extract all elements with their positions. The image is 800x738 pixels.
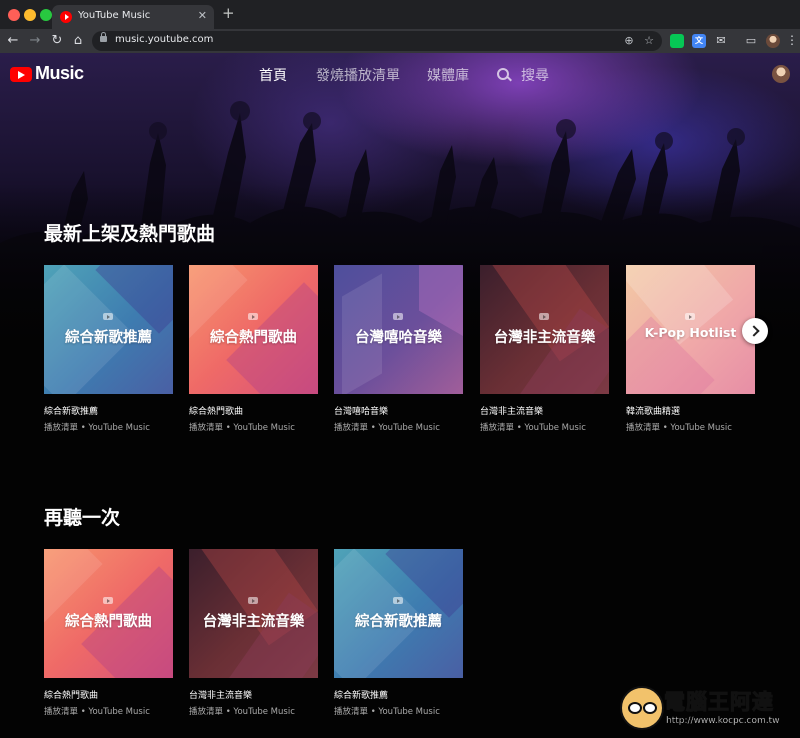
close-tab-icon[interactable]: ✕ — [198, 9, 207, 22]
card-title[interactable]: 綜合熱門歌曲 — [189, 404, 318, 417]
reload-icon[interactable]: ↻ — [49, 33, 65, 49]
playlist-play-icon — [103, 313, 113, 320]
new-tab-button[interactable]: + — [222, 6, 235, 21]
playlist-play-icon — [248, 313, 258, 320]
minimize-window-button[interactable] — [24, 9, 36, 21]
thumbnail-label: 綜合新歌推薦 — [65, 330, 152, 346]
nav-search[interactable]: 搜尋 — [521, 65, 549, 85]
playlist-play-icon — [393, 597, 403, 604]
playlist-thumbnail[interactable]: 綜合熱門歌曲 — [189, 265, 318, 394]
card-subtitle: 播放清單 • YouTube Music — [44, 707, 150, 717]
playlist-card[interactable]: 綜合新歌推薦 綜合新歌推薦 播放清單 • YouTube Music — [334, 549, 463, 717]
playlist-play-icon — [103, 597, 113, 604]
nav-hotlist[interactable]: 發燒播放清單 — [316, 65, 400, 85]
forward-icon[interactable]: → — [27, 33, 43, 49]
back-icon[interactable]: ← — [5, 33, 21, 49]
thumbnail-label: 台灣非主流音樂 — [202, 614, 305, 630]
playlist-card[interactable]: K-Pop Hotlist 韓流歌曲精選 播放清單 • YouTube Musi… — [626, 265, 755, 433]
card-title[interactable]: 韓流歌曲精選 — [626, 404, 755, 417]
playlist-thumbnail[interactable]: 綜合新歌推薦 — [44, 265, 173, 394]
address-bar[interactable]: music.youtube.com ⊕ ☆ — [92, 31, 662, 51]
card-title[interactable]: 綜合新歌推薦 — [334, 688, 463, 701]
youtube-music-favicon-icon — [60, 11, 72, 23]
site-watermark: 電腦王阿達 http://www.kocpc.com.tw — [620, 680, 796, 734]
playlist-card[interactable]: 綜合熱門歌曲 綜合熱門歌曲 播放清單 • YouTube Music — [44, 549, 173, 717]
card-subtitle: 播放清單 • YouTube Music — [334, 423, 440, 433]
card-subtitle: 播放清單 • YouTube Music — [189, 707, 295, 717]
card-subtitle: 播放清單 • YouTube Music — [626, 423, 732, 433]
line-extension-icon[interactable] — [670, 34, 684, 48]
playlist-thumbnail[interactable]: K-Pop Hotlist — [626, 265, 755, 394]
playlist-thumbnail[interactable]: 台灣嘻哈音樂 — [334, 265, 463, 394]
bookmark-star-icon[interactable]: ☆ — [642, 34, 656, 48]
playlist-card[interactable]: 綜合熱門歌曲 綜合熱門歌曲 播放清單 • YouTube Music — [189, 265, 318, 433]
account-avatar[interactable] — [772, 65, 790, 83]
thumbnail-label: K-Pop Hotlist — [644, 325, 737, 340]
playlist-card[interactable]: 台灣嘻哈音樂 台灣嘻哈音樂 播放清單 • YouTube Music — [334, 265, 463, 433]
cast-icon[interactable]: ▭ — [744, 34, 758, 48]
playlist-thumbnail[interactable]: 綜合熱門歌曲 — [44, 549, 173, 678]
browser-tab[interactable]: YouTube Music ✕ — [52, 5, 214, 29]
youtube-music-app: Music 首頁 發燒播放清單 媒體庫 搜尋 最新上架及熱門歌曲 綜合新歌推薦 … — [0, 53, 800, 738]
browser-menu-icon[interactable]: ⋮ — [786, 33, 798, 47]
card-title[interactable]: 台灣非主流音樂 — [189, 688, 318, 701]
playlist-play-icon — [685, 313, 695, 320]
nav-home[interactable]: 首頁 — [259, 65, 287, 85]
browser-tab-bar: YouTube Music ✕ + — [0, 0, 800, 29]
card-subtitle: 播放清單 • YouTube Music — [44, 423, 150, 433]
card-subtitle: 播放清單 • YouTube Music — [480, 423, 586, 433]
mail-extension-icon[interactable]: ✉ — [714, 34, 728, 48]
card-title[interactable]: 綜合新歌推薦 — [44, 404, 173, 417]
thumbnail-label: 綜合熱門歌曲 — [210, 330, 297, 346]
watermark-url: http://www.kocpc.com.tw — [666, 716, 780, 726]
browser-profile-avatar[interactable] — [766, 34, 780, 48]
search-icon[interactable] — [497, 68, 509, 80]
thumbnail-label: 綜合熱門歌曲 — [65, 614, 152, 630]
card-title[interactable]: 台灣嘻哈音樂 — [334, 404, 463, 417]
watermark-mascot-icon — [620, 686, 664, 730]
home-icon[interactable]: ⌂ — [70, 33, 86, 49]
close-window-button[interactable] — [8, 9, 20, 21]
thumbnail-label: 台灣非主流音樂 — [493, 330, 596, 346]
thumbnail-label: 台灣嘻哈音樂 — [355, 330, 442, 346]
watermark-text: 電腦王阿達 — [664, 690, 774, 715]
card-subtitle: 播放清單 • YouTube Music — [334, 707, 440, 717]
playlist-play-icon — [393, 313, 403, 320]
youtube-music-logo-icon[interactable] — [10, 67, 32, 82]
card-title[interactable]: 綜合熱門歌曲 — [44, 688, 173, 701]
lock-icon — [100, 32, 107, 42]
section-title-listen-again: 再聽一次 — [44, 507, 121, 529]
thumbnail-label: 綜合新歌推薦 — [355, 614, 442, 630]
nav-library[interactable]: 媒體庫 — [427, 65, 469, 85]
playlist-thumbnail[interactable]: 綜合新歌推薦 — [334, 549, 463, 678]
card-title[interactable]: 台灣非主流音樂 — [480, 404, 609, 417]
playlist-play-icon — [248, 597, 258, 604]
browser-toolbar: ← → ↻ ⌂ music.youtube.com ⊕ ☆ 文 ✉ ▭ ⋮ — [0, 29, 800, 53]
translate-extension-icon[interactable]: 文 — [692, 34, 706, 48]
playlist-thumbnail[interactable]: 台灣非主流音樂 — [189, 549, 318, 678]
playlist-play-icon — [539, 313, 549, 320]
url-text[interactable]: music.youtube.com — [115, 34, 213, 45]
tab-title: YouTube Music — [78, 10, 151, 21]
zoom-icon[interactable]: ⊕ — [622, 34, 636, 48]
logo-text[interactable]: Music — [35, 63, 84, 84]
carousel-next-button[interactable] — [742, 318, 768, 344]
section-title-new-releases: 最新上架及熱門歌曲 — [44, 223, 216, 245]
maximize-window-button[interactable] — [40, 9, 52, 21]
playlist-thumbnail[interactable]: 台灣非主流音樂 — [480, 265, 609, 394]
playlist-card[interactable]: 台灣非主流音樂 台灣非主流音樂 播放清單 • YouTube Music — [480, 265, 609, 433]
playlist-card[interactable]: 台灣非主流音樂 台灣非主流音樂 播放清單 • YouTube Music — [189, 549, 318, 717]
playlist-card[interactable]: 綜合新歌推薦 綜合新歌推薦 播放清單 • YouTube Music — [44, 265, 173, 433]
card-subtitle: 播放清單 • YouTube Music — [189, 423, 295, 433]
